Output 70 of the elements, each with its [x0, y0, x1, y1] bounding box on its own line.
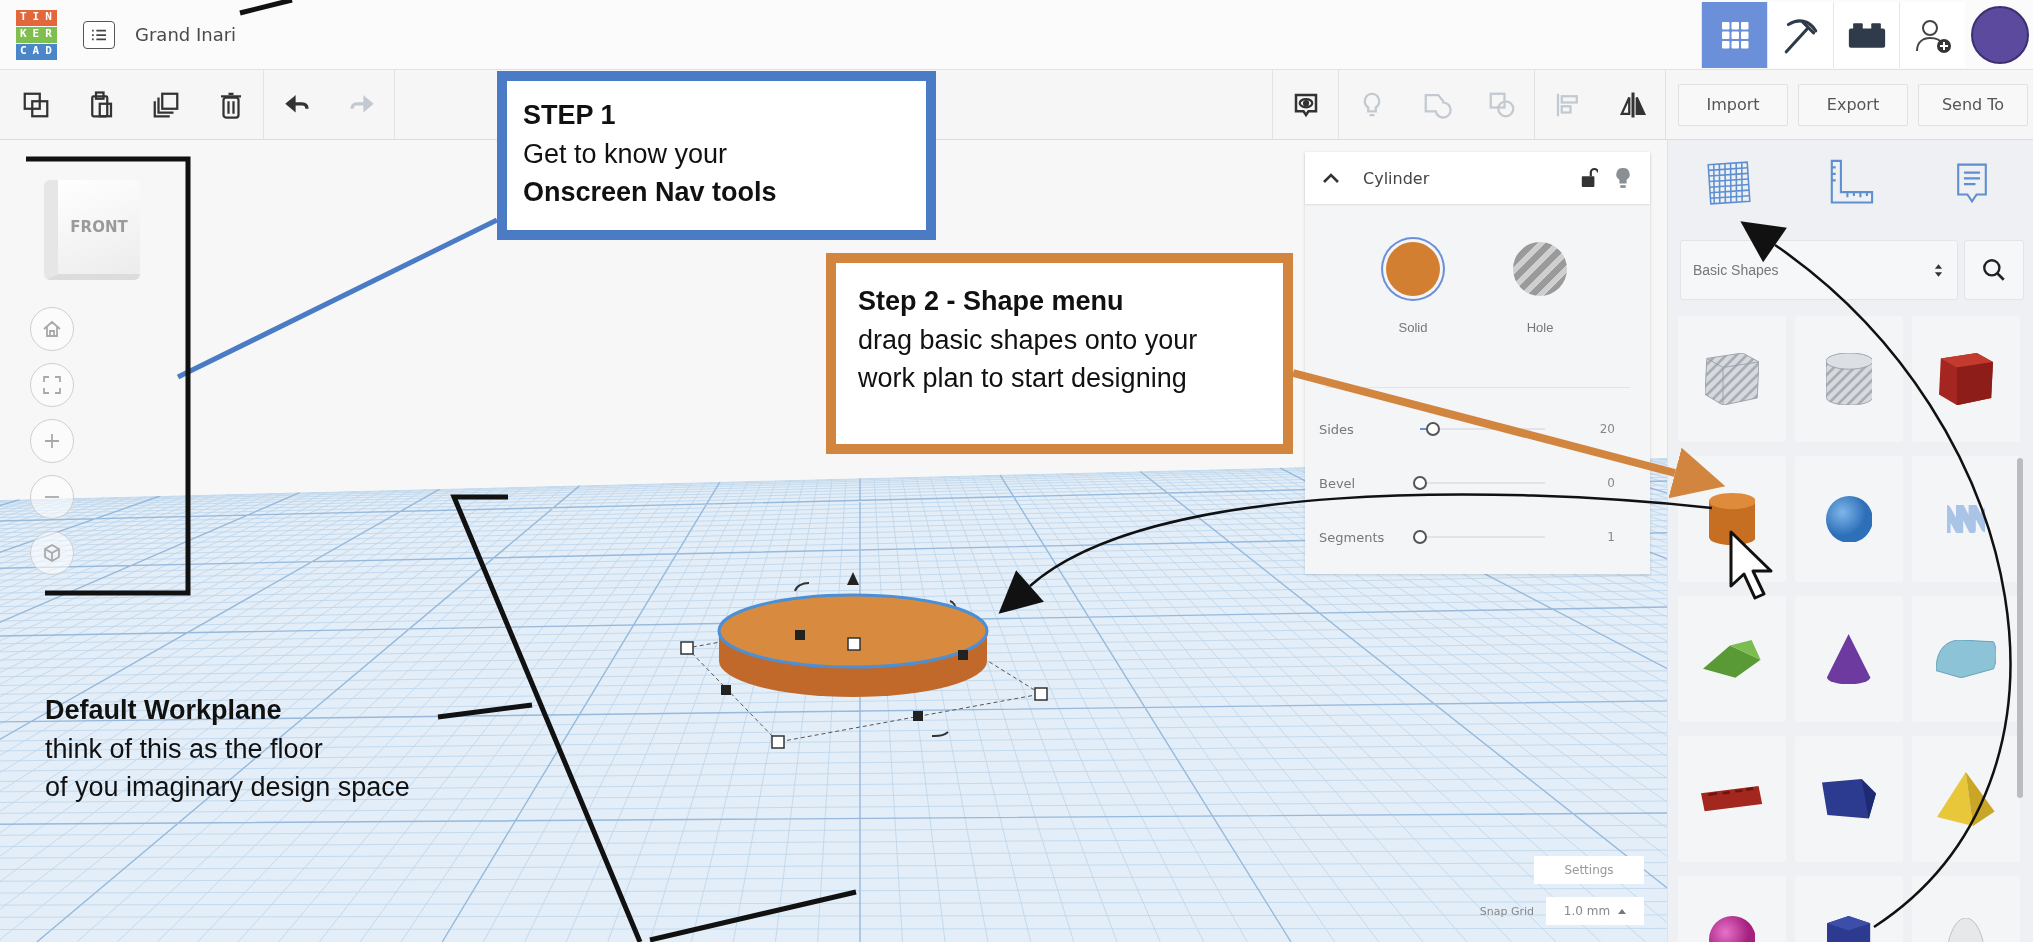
roof-shape-icon — [1703, 640, 1761, 678]
fit-view-icon — [40, 373, 64, 397]
collapse-caret-icon — [1321, 171, 1341, 184]
material-option[interactable]: Hole — [1485, 238, 1595, 335]
shape-tile[interactable] — [1678, 316, 1786, 442]
snap-grid-label: Snap Grid — [1479, 904, 1534, 918]
search-button[interactable] — [1964, 240, 2024, 300]
callout-text: drag basic shapes onto your work plan to start designing — [858, 324, 1199, 395]
callout-text: think of this as the floor of you imaginary design space — [45, 733, 411, 804]
settings-button[interactable]: Settings — [1534, 856, 1644, 884]
snap-grid-dropdown[interactable]: 1.0 mm — [1546, 897, 1644, 925]
callout-title: Default Workplane — [45, 694, 283, 727]
shape-tile[interactable] — [1795, 316, 1903, 442]
user-avatar[interactable] — [1971, 5, 2029, 64]
shape-tile[interactable] — [1912, 456, 2020, 582]
callout-title: Step 2 - Shape menu — [858, 285, 1125, 318]
striped-cube-icon — [1705, 352, 1759, 406]
shape-tile[interactable] — [1912, 736, 2020, 862]
shape-tile[interactable] — [1678, 736, 1786, 862]
light-bulb-icon — [1614, 166, 1632, 190]
cube-icon — [1939, 352, 1993, 406]
app-logo[interactable]: TIN KER CAD — [16, 9, 57, 60]
parameter-label: Bevel — [1319, 475, 1357, 491]
squiggle-shape-icon — [1947, 504, 1985, 534]
list-icon — [90, 27, 108, 42]
parameter-label: Sides — [1319, 421, 1355, 437]
callout-title: STEP 1 — [523, 99, 617, 132]
project-title[interactable]: Grand Inari — [135, 24, 237, 45]
pyramid-icon — [1937, 772, 1995, 826]
sphere-icon — [1825, 495, 1873, 543]
cylinder-icon — [1708, 492, 1756, 546]
shape-tile[interactable] — [1795, 596, 1903, 722]
shape-category-dropdown[interactable]: Basic Shapes — [1680, 240, 1958, 300]
view-mode-button[interactable] — [1833, 1, 1899, 68]
callout-text: Get to know your Onscreen Nav tools — [523, 138, 778, 209]
slider-thumb[interactable] — [1425, 422, 1440, 436]
parameter-label: Segments — [1319, 529, 1386, 545]
shape-tile[interactable] — [1912, 316, 2020, 442]
round-roof-icon — [1935, 640, 1997, 678]
leader-line — [239, 0, 293, 16]
invite-user-button[interactable] — [1899, 1, 1965, 68]
parameter-value: 1 — [1606, 530, 1615, 544]
shape-name: Cylinder — [1363, 168, 1431, 188]
shape-tile[interactable] — [1795, 736, 1903, 862]
text-shape-icon — [1701, 786, 1763, 812]
scrollbar-thumb[interactable] — [2017, 458, 2023, 798]
mouse-cursor-icon — [1729, 530, 1773, 600]
slider-thumb[interactable] — [1413, 530, 1427, 544]
shape-tile[interactable] — [1912, 596, 2020, 722]
material-label: Hole — [1526, 320, 1554, 335]
shape-tile[interactable] — [1678, 596, 1786, 722]
striped-cylinder-icon — [1825, 352, 1873, 406]
box-prism-icon — [1822, 779, 1876, 819]
search-icon — [1981, 257, 2007, 283]
design-list-button[interactable] — [83, 20, 115, 49]
material-label: Solid — [1398, 320, 1428, 335]
cone-icon — [1827, 633, 1871, 685]
minus-icon — [44, 493, 60, 501]
caret-up-icon — [1618, 908, 1627, 914]
view-mode-button[interactable] — [1767, 1, 1833, 68]
up-down-caret-icon — [1934, 262, 1943, 278]
grid-icon — [1719, 19, 1750, 50]
slider-thumb[interactable] — [1413, 476, 1427, 490]
lock-icon — [1580, 167, 1598, 189]
view-cube[interactable]: FRONT — [44, 180, 140, 280]
parameter-value: 20 — [1598, 422, 1615, 436]
shape-tile[interactable] — [1795, 456, 1903, 582]
material-option[interactable]: Solid — [1358, 238, 1468, 335]
parameter-value: 0 — [1606, 476, 1615, 490]
resize-handles-drawing[interactable] — [721, 630, 968, 721]
